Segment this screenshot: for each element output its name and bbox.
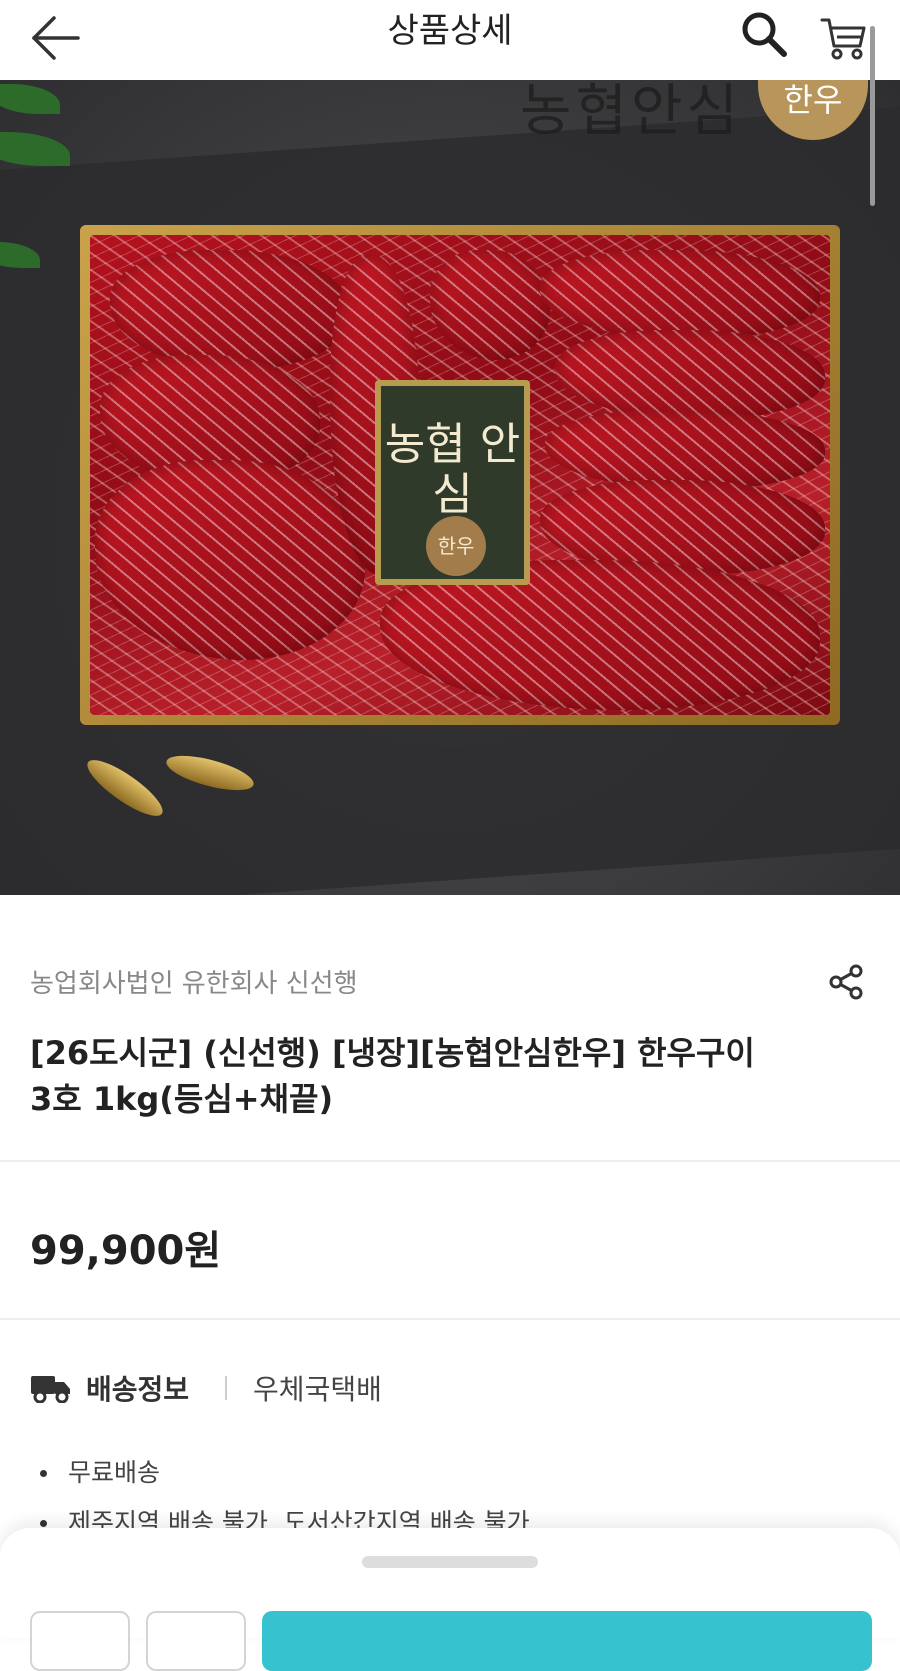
seller-name[interactable]: 농업회사법인 유한회사 신선행 bbox=[30, 963, 358, 1000]
leaf-decoration bbox=[0, 84, 60, 114]
product-label: 농협 안심 한우 bbox=[375, 380, 530, 585]
label-sub-badge: 한우 bbox=[426, 516, 486, 576]
product-title: [26도시군] (신선행) [냉장][농협안심한우] 한우구이 3호 1kg(등… bbox=[30, 1034, 755, 1118]
arrow-left-icon bbox=[32, 16, 80, 60]
delivery-method: 우체국택배 bbox=[253, 1373, 382, 1406]
search-button[interactable] bbox=[738, 8, 790, 60]
hero-brand-text: 농협안심 bbox=[520, 80, 743, 144]
label-main-text: 농협 안심 bbox=[384, 419, 521, 520]
cart-icon bbox=[820, 18, 866, 60]
delivery-note: 무료배송 bbox=[36, 1455, 530, 1491]
share-button[interactable] bbox=[826, 962, 866, 1002]
divider bbox=[0, 1318, 900, 1320]
buy-button[interactable] bbox=[262, 1611, 872, 1671]
scrollbar[interactable] bbox=[870, 26, 875, 206]
top-app-bar: 상품상세 bbox=[0, 0, 900, 80]
leaf-decoration bbox=[0, 132, 70, 166]
truck-icon bbox=[31, 1376, 70, 1403]
sheet-action-button[interactable] bbox=[146, 1611, 246, 1671]
cart-button[interactable] bbox=[818, 8, 870, 64]
product-image[interactable]: 농협안심 한우 농협 안심 한우 bbox=[0, 80, 900, 895]
product-price: 99,900원 bbox=[30, 1228, 222, 1274]
share-icon bbox=[829, 964, 863, 1000]
delivery-info-header: 배송정보 우체국택배 bbox=[30, 1368, 382, 1408]
sheet-action-button[interactable] bbox=[30, 1611, 130, 1671]
separator bbox=[225, 1376, 228, 1400]
back-button[interactable] bbox=[28, 10, 84, 66]
bottom-purchase-sheet bbox=[0, 1528, 900, 1671]
sheet-drag-handle[interactable] bbox=[362, 1556, 538, 1568]
divider bbox=[0, 1160, 900, 1162]
search-icon bbox=[742, 12, 787, 57]
delivery-title: 배송정보 bbox=[86, 1373, 190, 1406]
